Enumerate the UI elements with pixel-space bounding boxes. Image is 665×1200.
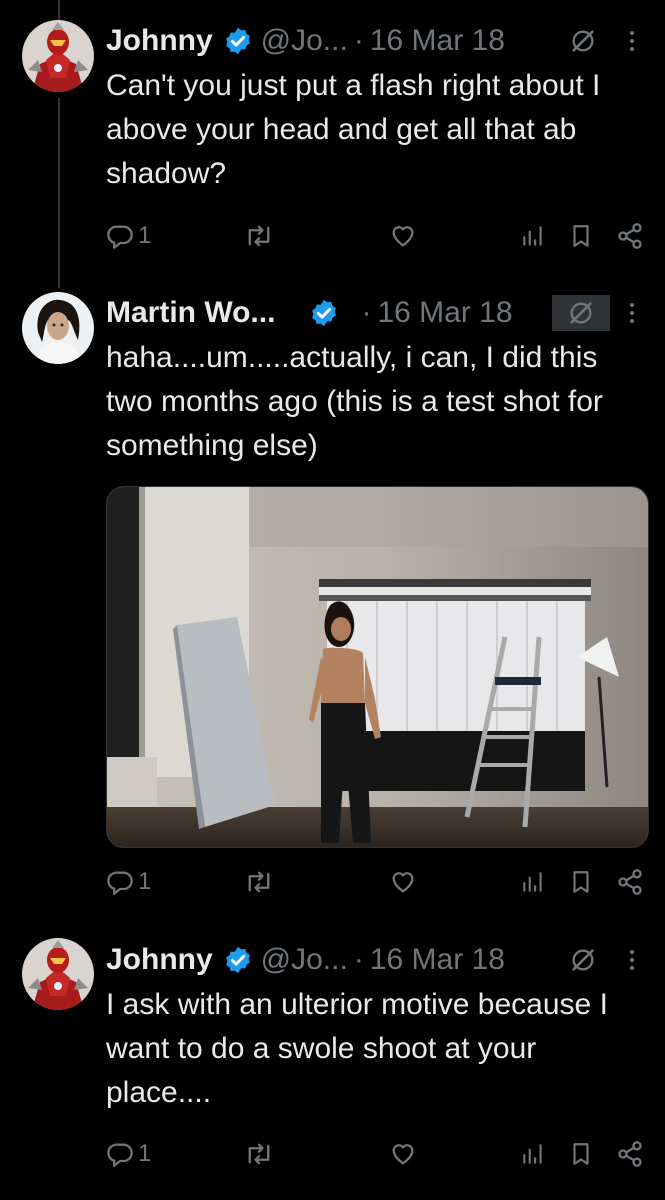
reply-icon (107, 225, 133, 249)
avatar-image (22, 20, 94, 92)
verified-badge-icon (312, 299, 337, 327)
like-icon (392, 226, 414, 247)
reply-button[interactable]: 1 (106, 862, 151, 902)
tweet-1[interactable]: Johnny @Jo... · 16 Mar 18 Can't you just… (0, 0, 665, 270)
more-options-icon[interactable] (622, 295, 642, 331)
share-button[interactable] (616, 862, 644, 902)
views-button[interactable] (520, 216, 546, 256)
reply-icon (107, 871, 133, 895)
tweet-photo[interactable] (106, 486, 649, 848)
more-options-icon[interactable] (622, 942, 642, 978)
tweet-date[interactable]: 16 Mar 18 (370, 943, 505, 977)
more-options-icon[interactable] (622, 23, 642, 59)
display-name[interactable]: Johnny (106, 943, 213, 977)
share-button[interactable] (616, 1134, 644, 1174)
reply-icon (107, 1143, 133, 1167)
avatar[interactable] (22, 938, 94, 1010)
bookmark-icon (573, 871, 589, 893)
photo-image (107, 487, 648, 847)
avatar-image (22, 938, 94, 1010)
tweet-text: haha....um.....actually, i can, I did th… (106, 341, 603, 462)
action-bar: 1 (106, 216, 646, 256)
share-icon (618, 223, 642, 249)
views-icon (523, 226, 542, 246)
reply-count: 1 (138, 868, 152, 895)
retweet-button[interactable] (244, 216, 274, 256)
handle[interactable]: @Jo... (261, 943, 348, 977)
avatar[interactable] (22, 20, 94, 92)
bookmark-button[interactable] (568, 1134, 594, 1174)
retweet-button[interactable] (244, 1134, 274, 1174)
grok-icon[interactable] (563, 942, 603, 978)
views-icon (523, 872, 542, 892)
tweet-date[interactable]: 16 Mar 18 (370, 24, 505, 58)
grok-icon[interactable] (552, 295, 610, 331)
tweet-date[interactable]: 16 Mar 18 (377, 296, 512, 330)
retweet-icon (248, 871, 270, 893)
bookmark-button[interactable] (568, 862, 594, 902)
avatar[interactable] (22, 292, 94, 364)
like-button[interactable] (389, 216, 417, 256)
like-button[interactable] (389, 1134, 417, 1174)
like-icon (392, 872, 414, 893)
tweet-text: I ask with an ulterior motive because I … (106, 988, 608, 1109)
verified-badge-icon (225, 27, 250, 55)
tweet-header: Johnny @Jo... · 16 Mar 18 (106, 19, 505, 63)
reply-button[interactable]: 1 (106, 1134, 151, 1174)
display-name[interactable]: Johnny (106, 24, 213, 58)
like-icon (392, 1144, 414, 1165)
share-button[interactable] (616, 216, 644, 256)
separator-dot: · (361, 296, 372, 329)
bookmark-icon (573, 225, 589, 247)
share-icon (618, 869, 642, 895)
display-name[interactable]: Martin Wo... (106, 296, 275, 330)
separator-dot: · (353, 943, 364, 976)
tweet-3[interactable]: Johnny @Jo... · 16 Mar 18 I ask with an … (0, 920, 665, 1200)
reply-count: 1 (138, 222, 152, 249)
action-bar: 1 (106, 862, 646, 902)
tweet-header: Martin Wo... · 16 Mar 18 (106, 291, 513, 335)
retweet-icon (248, 1143, 270, 1165)
bookmark-button[interactable] (568, 216, 594, 256)
views-button[interactable] (520, 862, 546, 902)
tweet-header: Johnny @Jo... · 16 Mar 18 (106, 938, 505, 982)
reply-button[interactable]: 1 (106, 216, 151, 256)
share-icon (618, 1141, 642, 1167)
action-bar: 1 (106, 1134, 646, 1174)
views-icon (523, 1144, 542, 1164)
views-button[interactable] (520, 1134, 546, 1174)
handle[interactable]: @Jo... (261, 24, 348, 58)
bookmark-icon (573, 1143, 589, 1165)
grok-icon[interactable] (563, 23, 603, 59)
like-button[interactable] (389, 862, 417, 902)
reply-count: 1 (138, 1140, 152, 1167)
separator-dot: · (353, 24, 364, 57)
retweet-button[interactable] (244, 862, 274, 902)
verified-badge-icon (225, 946, 250, 974)
avatar-image (22, 292, 94, 364)
tweet-text: Can't you just put a flash right about I… (106, 69, 601, 190)
retweet-icon (248, 225, 270, 247)
